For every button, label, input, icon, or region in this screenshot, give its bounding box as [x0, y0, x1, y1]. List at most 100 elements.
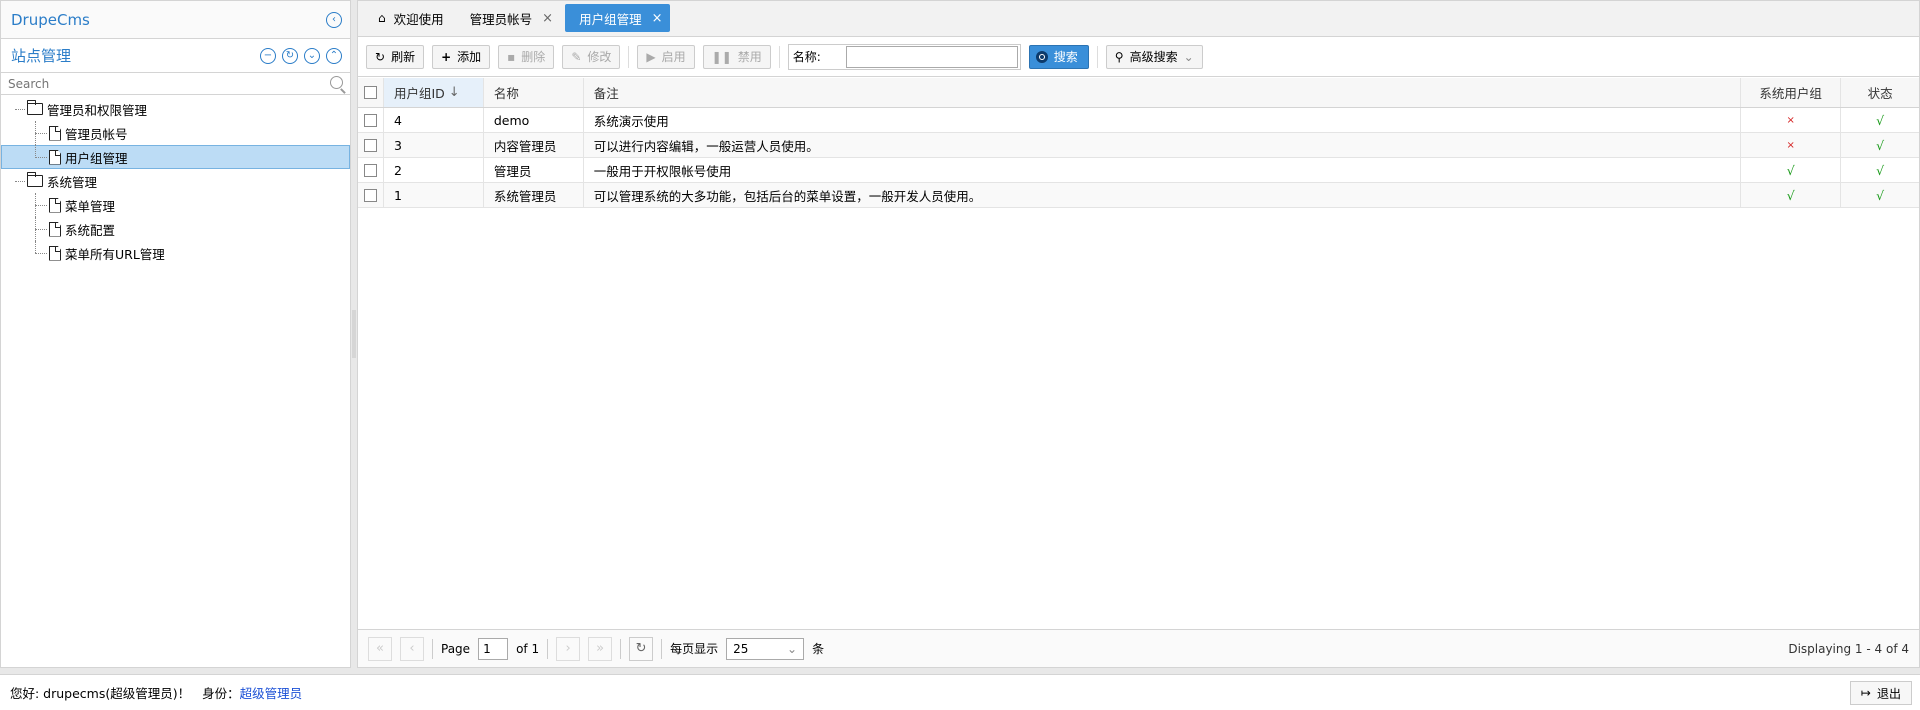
- search-icon: [1035, 50, 1048, 63]
- home-icon: ⌂: [378, 11, 386, 25]
- prev-page-button[interactable]: ‹: [400, 636, 424, 661]
- tree-item-user-group[interactable]: 用户组管理: [1, 145, 350, 169]
- column-header-id[interactable]: 用户组ID ↓: [383, 78, 484, 107]
- column-label: 系统用户组: [1759, 86, 1822, 101]
- table-header: 用户组ID ↓ 名称 备注 系统用户组 状态: [358, 78, 1919, 108]
- add-button[interactable]: + 添加: [432, 44, 491, 69]
- toolbar-separator: [628, 45, 630, 68]
- tree-folder-admin[interactable]: 管理员和权限管理: [1, 97, 350, 121]
- splitter-handle[interactable]: [352, 310, 356, 358]
- disable-button[interactable]: ❚❚ 禁用: [702, 44, 771, 69]
- identity-link[interactable]: 超级管理员: [240, 683, 303, 702]
- pause-icon: ❚❚: [711, 49, 732, 64]
- refresh-icon[interactable]: ↻: [282, 47, 298, 64]
- table-row[interactable]: 3 内容管理员 可以进行内容编辑，一般运营人员使用。 × √: [358, 133, 1919, 158]
- column-header-status[interactable]: 状态: [1841, 78, 1919, 107]
- refresh-page-button[interactable]: ↻: [629, 636, 654, 661]
- cell-name: 系统管理员: [484, 183, 584, 207]
- cell-system: ×: [1741, 133, 1842, 157]
- cell-system: ×: [1741, 108, 1842, 132]
- cell-system: √: [1741, 158, 1842, 182]
- pencil-icon: ✎: [571, 49, 582, 64]
- play-icon: ▶: [646, 49, 656, 64]
- per-page-value: 25: [733, 641, 749, 656]
- left-panel: DrupeCms ‹ 站点管理 − ↻ ⌄ ⌃ 管理员和权限管理 管理员帐号: [0, 0, 351, 668]
- tree-item-menu-url[interactable]: 菜单所有URL管理: [1, 241, 350, 265]
- collapse-icon[interactable]: ⌃: [326, 47, 342, 64]
- collapse-all-icon[interactable]: −: [260, 47, 276, 64]
- pager-separator: [432, 638, 433, 659]
- trash-icon: ▪: [507, 49, 516, 64]
- column-header-remark[interactable]: 备注: [584, 78, 1742, 107]
- search-icon[interactable]: [328, 75, 346, 94]
- sort-down-icon: ↓: [448, 85, 460, 100]
- tree-folder-system[interactable]: 系统管理: [1, 169, 350, 193]
- sidebar-search: [1, 73, 350, 95]
- footer-bar: 您好: drupecms(超级管理员)！ 身份： 超级管理员 ↦ 退出: [0, 674, 1920, 710]
- expand-icon[interactable]: ⌄: [304, 47, 320, 64]
- tree-item-config[interactable]: 系统配置: [1, 217, 350, 241]
- row-checkbox[interactable]: [363, 163, 377, 177]
- right-panel: ⌂ 欢迎使用 管理员帐号 × 用户组管理 × ↻ 刷新 + 添加 ▪ 删除 ✎ …: [357, 0, 1920, 668]
- select-all-checkbox[interactable]: [363, 86, 377, 99]
- cell-system: √: [1741, 183, 1842, 207]
- row-checkbox[interactable]: [363, 138, 377, 152]
- column-header-name[interactable]: 名称: [484, 78, 584, 107]
- tab-user-group[interactable]: 用户组管理 ×: [565, 4, 671, 32]
- cell-status: √: [1876, 162, 1885, 178]
- user-group-table: 用户组ID ↓ 名称 备注 系统用户组 状态 4 demo 系统演示使用 × √ …: [358, 78, 1919, 208]
- table-row[interactable]: 4 demo 系统演示使用 × √: [358, 108, 1919, 133]
- search-label: 搜索: [1053, 50, 1078, 64]
- search-input[interactable]: [1, 73, 350, 94]
- edit-button[interactable]: ✎ 修改: [562, 44, 621, 69]
- table-row[interactable]: 2 管理员 一般用于开权限帐号使用 √ √: [358, 158, 1919, 183]
- refresh-button[interactable]: ↻ 刷新: [366, 44, 425, 69]
- chevron-left-circle-icon[interactable]: ‹: [326, 11, 342, 28]
- cell-id: 3: [384, 133, 484, 157]
- tree-item-admin-account[interactable]: 管理员帐号: [1, 121, 350, 145]
- page-number-input[interactable]: [478, 637, 509, 660]
- last-page-button[interactable]: »: [588, 636, 613, 661]
- row-checkbox[interactable]: [363, 113, 377, 127]
- column-label: 用户组ID: [393, 86, 445, 101]
- toolbar-separator: [778, 45, 780, 68]
- delete-button[interactable]: ▪ 删除: [498, 44, 555, 69]
- section-tools: − ↻ ⌄ ⌃: [260, 47, 342, 64]
- greeting-text: 您好: drupecms(超级管理员)！: [10, 686, 191, 701]
- logout-label: 退出: [1876, 686, 1901, 701]
- row-check-cell: [358, 108, 384, 132]
- tree-label: 系统配置: [65, 222, 116, 238]
- cell-id: 4: [384, 108, 484, 132]
- pagination-bar: « ‹ Page of 1 › » ↻ 每页显示 25 ⌄ 条 Displayi…: [358, 629, 1919, 667]
- search-button[interactable]: 搜索: [1028, 44, 1089, 69]
- folder-open-icon: [27, 172, 43, 187]
- close-icon[interactable]: ×: [652, 11, 663, 26]
- enable-button[interactable]: ▶ 启用: [637, 44, 695, 69]
- per-page-label: 每页显示: [670, 642, 719, 656]
- column-header-system[interactable]: 系统用户组: [1741, 78, 1842, 107]
- first-page-button[interactable]: «: [368, 636, 392, 661]
- tab-welcome[interactable]: ⌂ 欢迎使用: [364, 4, 452, 32]
- close-icon[interactable]: ×: [542, 11, 553, 26]
- advanced-search-button[interactable]: ⚲ 高级搜索 ⌄: [1105, 44, 1203, 69]
- cell-name: 管理员: [484, 158, 584, 182]
- refresh-icon: ↻: [635, 641, 647, 656]
- folder-open-icon: [27, 100, 43, 115]
- tree-item-menu[interactable]: 菜单管理: [1, 193, 350, 217]
- toolbar: ↻ 刷新 + 添加 ▪ 删除 ✎ 修改 ▶ 启用 ❚❚ 禁用 名称: 搜索 ⚲ …: [358, 37, 1919, 77]
- cell-status: √: [1876, 137, 1885, 153]
- app-header: DrupeCms ‹: [1, 1, 350, 39]
- table-row[interactable]: 1 系统管理员 可以管理系统的大多功能，包括后台的菜单设置，一般开发人员使用。 …: [358, 183, 1919, 208]
- tab-admin-account[interactable]: 管理员帐号 ×: [456, 4, 561, 32]
- next-page-button[interactable]: ›: [556, 636, 581, 661]
- per-page-select[interactable]: 25 ⌄: [726, 637, 805, 660]
- row-check-cell: [358, 133, 384, 157]
- cell-name: demo: [484, 108, 584, 132]
- pager-separator: [547, 638, 549, 659]
- pager-separator: [620, 638, 622, 659]
- toolbar-separator: [1096, 45, 1098, 68]
- identity-label: 身份：: [202, 686, 240, 701]
- logout-button[interactable]: ↦ 退出: [1849, 681, 1912, 705]
- row-checkbox[interactable]: [363, 188, 377, 202]
- name-filter-input[interactable]: [845, 45, 1018, 68]
